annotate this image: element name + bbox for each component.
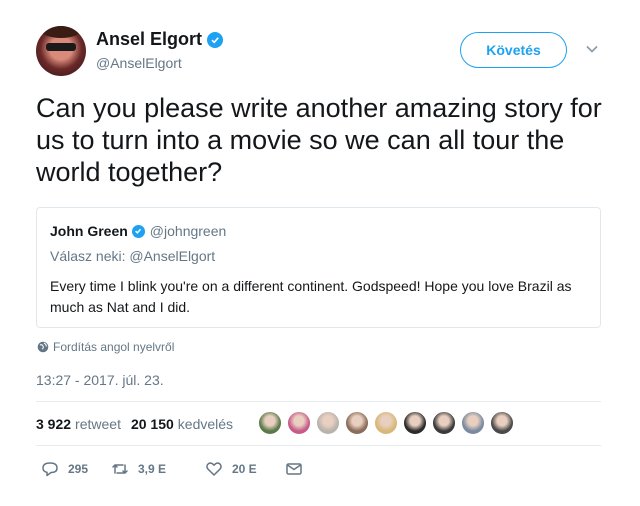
quoted-tweet[interactable]: John Green @johngreen Válasz neki: @Anse… <box>36 207 601 328</box>
like-count: 20 E <box>232 462 257 476</box>
follow-button[interactable]: Követés <box>460 32 567 68</box>
retweet-count: 3,9 E <box>138 462 167 476</box>
liker-avatar[interactable] <box>403 411 427 435</box>
reply-count: 295 <box>68 462 89 476</box>
tweet-timestamp[interactable]: 13:27 - 2017. júl. 23. <box>36 372 164 388</box>
likes-count[interactable]: 20 150 <box>131 416 174 432</box>
user-avatar[interactable] <box>36 26 86 76</box>
author-name-row: Ansel Elgort <box>96 29 224 50</box>
quoted-author-name: John Green <box>50 223 128 239</box>
verified-badge-icon <box>131 224 145 238</box>
liker-avatar[interactable] <box>287 411 311 435</box>
verified-badge-icon <box>207 31 224 48</box>
like-button[interactable]: 20 E <box>204 459 284 479</box>
retweet-button[interactable]: 3,9 E <box>110 459 204 479</box>
quoted-tweet-header: John Green @johngreen <box>50 223 226 239</box>
reply-icon <box>42 462 58 477</box>
quoted-reply-to: Válasz neki: @AnselElgort <box>50 248 216 264</box>
quoted-tweet-text: Every time I blink you're on a different… <box>50 278 572 315</box>
direct-message-button[interactable] <box>284 459 304 479</box>
liker-avatar[interactable] <box>345 411 369 435</box>
author-name[interactable]: Ansel Elgort <box>96 29 202 50</box>
liker-avatar[interactable] <box>316 411 340 435</box>
liker-avatar[interactable] <box>258 411 282 435</box>
tweet-stats: 3 922 retweet 20 150 kedvelés <box>36 412 243 436</box>
liker-avatar[interactable] <box>432 411 456 435</box>
envelope-icon <box>286 463 302 475</box>
likers-avatar-list <box>258 411 519 435</box>
retweets-count[interactable]: 3 922 <box>36 416 71 432</box>
liker-avatar[interactable] <box>490 411 514 435</box>
quoted-author-handle: @johngreen <box>149 223 227 239</box>
retweet-icon <box>112 464 128 474</box>
liker-avatar[interactable] <box>374 411 398 435</box>
heart-icon <box>206 462 222 476</box>
chevron-down-icon[interactable] <box>585 42 599 56</box>
tweet-text: Can you please write another amazing sto… <box>36 93 602 187</box>
likes-label[interactable]: kedvelés <box>178 416 233 432</box>
divider <box>36 445 601 446</box>
translate-label[interactable]: Fordítás angol nyelvről <box>53 340 174 354</box>
author-handle[interactable]: @AnselElgort <box>96 55 182 71</box>
translate-link[interactable]: Fordítás angol nyelvről <box>37 340 174 354</box>
avatar-sunglasses <box>46 43 76 51</box>
tweet-actions: 295 3,9 E 20 E <box>40 458 304 480</box>
avatar-hair <box>41 26 81 38</box>
tweet-header: Ansel Elgort @AnselElgort Követés <box>36 26 604 78</box>
divider <box>36 401 601 402</box>
retweets-label[interactable]: retweet <box>75 416 121 432</box>
reply-button[interactable]: 295 <box>40 459 110 479</box>
globe-icon <box>37 341 49 353</box>
liker-avatar[interactable] <box>461 411 485 435</box>
